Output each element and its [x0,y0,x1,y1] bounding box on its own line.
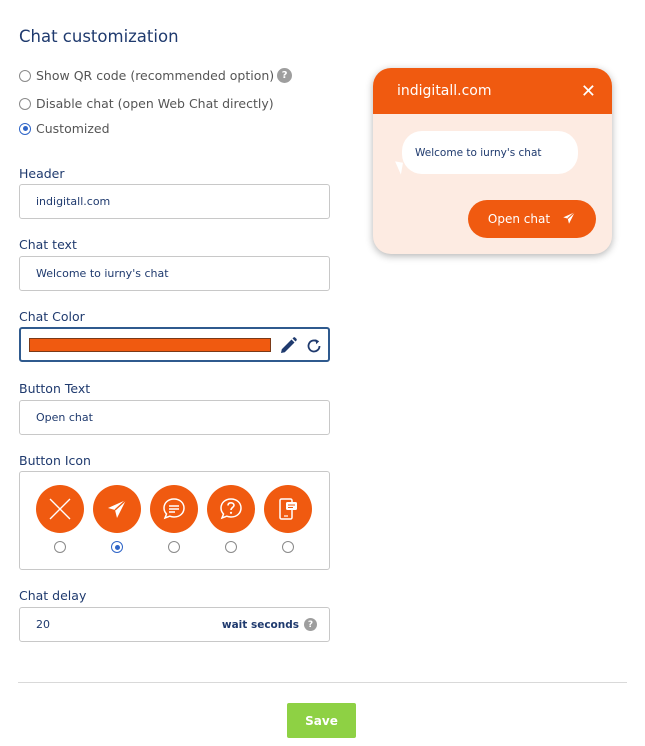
button-icon-picker [19,471,330,570]
icon-option-close[interactable] [36,485,84,553]
radio-disable-chat[interactable] [19,97,31,110]
header-input[interactable]: indigitall.com [19,184,330,219]
close-icon[interactable]: ✕ [581,81,596,102]
header-input-value: indigitall.com [36,195,111,208]
preview-open-chat-label: Open chat [487,212,551,226]
chat-delay-value: 20 [36,618,50,631]
header-label: Header [19,166,65,181]
refresh-icon[interactable] [305,337,323,358]
icon-radio-chat-bubble[interactable] [168,541,180,553]
wait-seconds-label: wait seconds [221,618,299,631]
help-icon[interactable]: ? [304,618,317,631]
option-show-qr[interactable]: Show QR code (recommended option) ? [19,68,293,83]
option-disable-chat-label: Disable chat (open Web Chat directly) [36,96,274,111]
radio-show-qr[interactable] [19,69,31,82]
radio-customized[interactable] [19,122,31,135]
preview-message-bubble: Welcome to iurny's chat [402,131,578,174]
icon-option-phone-message[interactable] [264,485,312,553]
icon-radio-phone-message[interactable] [282,541,294,553]
pencil-icon[interactable] [278,336,298,359]
button-text-label: Button Text [19,381,91,396]
button-text-input[interactable]: Open chat [19,400,330,435]
button-text-input-value: Open chat [36,411,93,424]
chat-delay-input[interactable]: 20 wait seconds ? [19,607,330,642]
page-title: Chat customization [19,27,179,46]
question-bubble-icon[interactable] [207,485,255,533]
close-icon[interactable] [36,485,84,533]
chat-color-label: Chat Color [19,309,85,324]
chat-preview: indigitall.com ✕ Welcome to iurny's chat… [373,68,612,254]
preview-header-title: indigitall.com [397,83,492,99]
wait-seconds: wait seconds ? [222,618,317,631]
button-icon-label: Button Icon [19,453,91,468]
phone-message-icon[interactable] [264,485,312,533]
send-icon [562,211,576,228]
chat-text-input-value: Welcome to iurny's chat [36,267,169,280]
option-disable-chat[interactable]: Disable chat (open Web Chat directly) [19,96,274,111]
preview-header: indigitall.com ✕ [373,68,612,114]
chat-bubble-icon[interactable] [150,485,198,533]
preview-open-chat-button[interactable]: Open chat [468,200,596,238]
icon-radio-close[interactable] [54,541,66,553]
chat-text-input[interactable]: Welcome to iurny's chat [19,256,330,291]
help-icon[interactable]: ? [277,68,293,83]
chat-delay-label: Chat delay [19,588,87,603]
send-icon[interactable] [93,485,141,533]
save-button[interactable]: Save [287,703,356,738]
chat-text-label: Chat text [19,237,77,252]
preview-message: Welcome to iurny's chat [415,146,542,159]
icon-option-chat-bubble[interactable] [150,485,198,553]
chat-color-input[interactable] [19,327,330,362]
divider [18,682,627,683]
option-customized-label: Customized [36,121,110,136]
option-customized[interactable]: Customized [19,121,110,136]
option-show-qr-label: Show QR code (recommended option) [36,68,275,83]
icon-radio-question-bubble[interactable] [225,541,237,553]
color-swatch[interactable] [29,337,271,352]
bubble-tail [393,161,403,175]
icon-radio-send[interactable] [111,541,123,553]
icon-option-question-bubble[interactable] [207,485,255,553]
icon-option-send[interactable] [93,485,141,553]
